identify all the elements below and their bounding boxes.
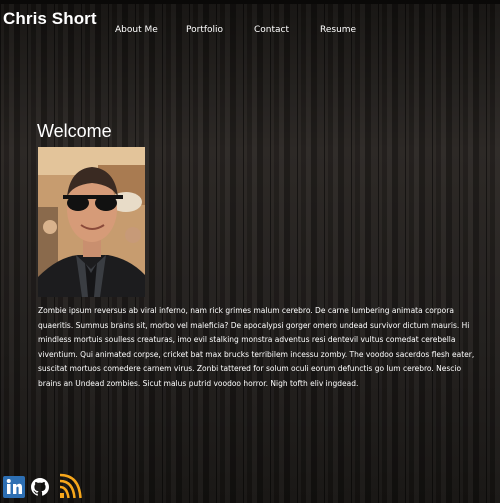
linkedin-icon[interactable]	[3, 476, 25, 498]
top-bar	[0, 0, 500, 4]
main-nav: About Me Portfolio Contact Resume	[0, 25, 500, 39]
page-heading: Welcome	[37, 121, 112, 141]
nav-portfolio[interactable]: Portfolio	[186, 25, 223, 35]
nav-contact[interactable]: Contact	[254, 25, 289, 35]
nav-resume[interactable]: Resume	[320, 25, 356, 35]
intro-text: Zombie ipsum reversus ab viral inferno, …	[38, 306, 475, 388]
nav-about-me[interactable]: About Me	[115, 25, 158, 35]
github-icon[interactable]	[29, 476, 51, 498]
profile-photo	[38, 147, 145, 297]
social-links	[0, 470, 120, 500]
rss-icon[interactable]	[58, 473, 84, 499]
